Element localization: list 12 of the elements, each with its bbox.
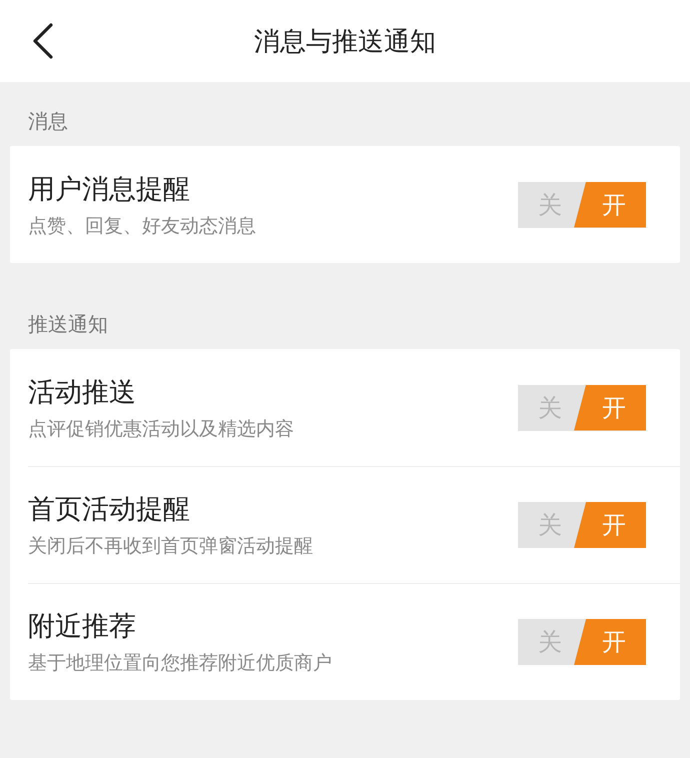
section-title: 推送通知 [27,311,109,337]
page-title: 消息与推送通知 [254,26,436,58]
setting-description: 基于地理位置向您推荐附近优质商户 [28,651,332,676]
setting-title: 活动推送 [28,376,137,410]
section-title: 消息 [27,108,69,134]
setting-title: 用户消息提醒 [28,172,191,206]
setting-title: 首页活动提醒 [28,493,191,527]
back-icon [32,23,54,59]
setting-description: 点赞、回复、好友动态消息 [28,214,256,238]
setting-title: 附近推荐 [28,610,137,644]
setting-description: 关闭后不再收到首页弹窗活动提醒 [28,534,313,559]
setting-description: 点评促销优惠活动以及精选内容 [28,416,294,442]
